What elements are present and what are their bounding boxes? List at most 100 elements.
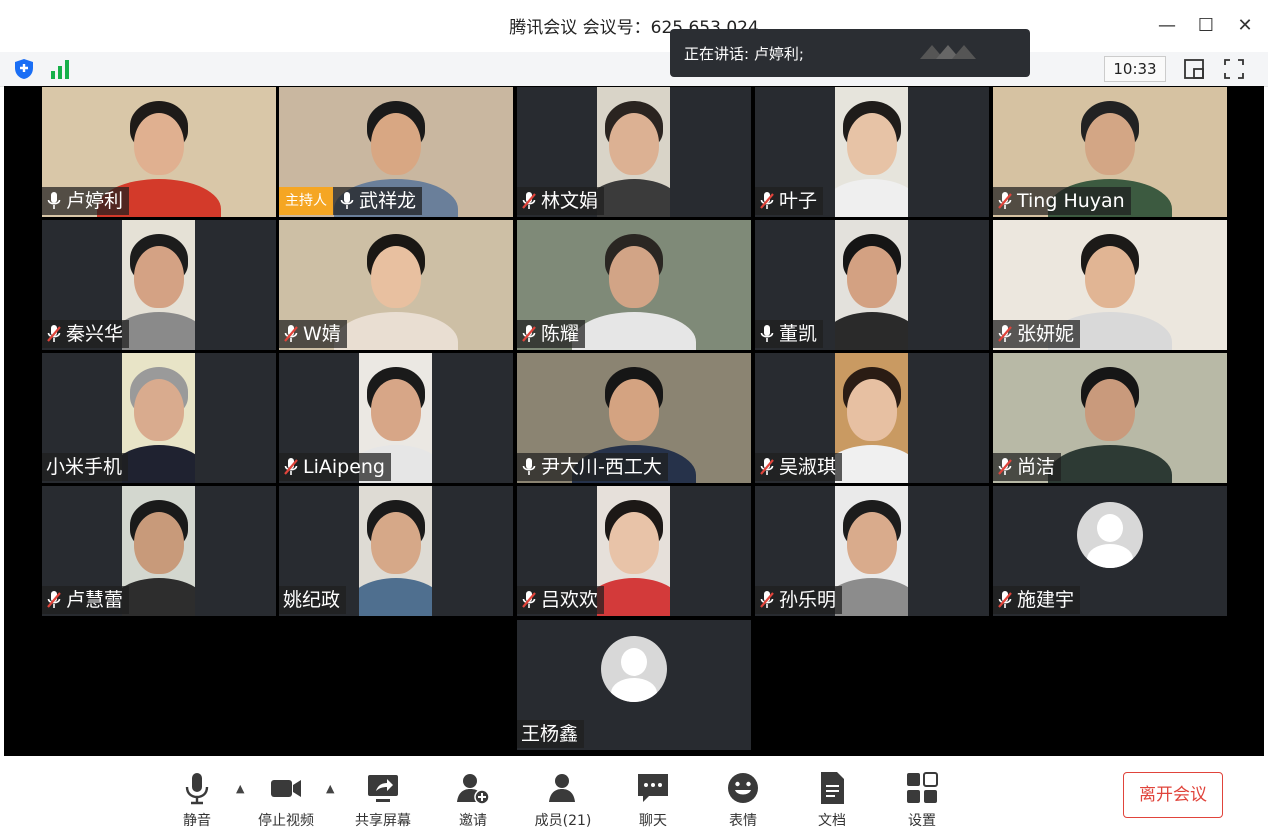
participant-name-label: LiAipeng (279, 453, 391, 481)
participant-name-label: 陈耀 (517, 320, 586, 348)
participant-name-label: 主持人 武祥龙 (279, 187, 423, 215)
default-avatar-icon (1077, 502, 1143, 568)
settings-grid-icon (907, 772, 938, 803)
share-screen-label: 共享屏幕 (355, 813, 411, 829)
participant-name-label: 吕欢欢 (517, 586, 605, 614)
participant-tile[interactable]: 尚洁 (993, 353, 1227, 483)
participant-name: 武祥龙 (359, 190, 417, 212)
add-user-icon (457, 774, 490, 805)
meeting-time: 10:33 (1104, 56, 1166, 82)
participant-name-label: 姚纪政 (279, 586, 347, 614)
members-button[interactable]: 成员(21) (528, 770, 598, 830)
participant-name: 董凯 (779, 323, 818, 345)
participant-tile[interactable]: W婧 (279, 220, 513, 350)
microphone-muted-icon (998, 458, 1012, 475)
microphone-on-icon (340, 192, 354, 209)
participant-name: 林文娟 (541, 190, 599, 212)
participant-tile[interactable]: 尹大川-西工大 (517, 353, 751, 483)
maximize-button[interactable]: ☐ (1194, 14, 1218, 38)
participant-tile[interactable]: 姚纪政 (279, 486, 513, 616)
participant-video (835, 353, 908, 483)
microphone-on-icon (760, 325, 774, 342)
minimize-button[interactable]: — (1155, 14, 1179, 38)
participant-name: 姚纪政 (283, 589, 341, 611)
participant-video (122, 486, 195, 616)
close-button[interactable]: ✕ (1233, 14, 1257, 38)
microphone-muted-icon (522, 325, 536, 342)
reactions-button[interactable]: 表情 (708, 770, 778, 830)
chat-button[interactable]: 聊天 (618, 770, 688, 830)
participant-name: 吴淑琪 (779, 456, 837, 478)
participant-name: 陈耀 (541, 323, 580, 345)
participant-name-label: 董凯 (755, 320, 824, 348)
participant-name-label: 小米手机 (42, 453, 129, 481)
participant-tile[interactable]: 陈耀 (517, 220, 751, 350)
microphone-muted-icon (284, 325, 298, 342)
participant-name-label: 卢婷利 (42, 187, 130, 215)
participant-tile[interactable]: 吕欢欢 (517, 486, 751, 616)
participant-tile[interactable]: 叶子 (755, 87, 989, 217)
participant-name-label: 秦兴华 (42, 320, 130, 348)
smiley-face-icon (728, 773, 758, 803)
invite-button[interactable]: 邀请 (438, 770, 508, 830)
participant-tile[interactable]: 孙乐明 (755, 486, 989, 616)
documents-button[interactable]: 文档 (797, 770, 867, 830)
video-grid: 卢婷利 主持人 武祥龙 林文娟 叶子 Ting Huyan 秦兴华 W婧 陈耀 董凯 张妍妮小米手机… (4, 86, 1264, 756)
microphone-muted-icon (998, 192, 1012, 209)
microphone-muted-icon (760, 458, 774, 475)
participant-name-label: 张妍妮 (993, 320, 1081, 348)
window-title: 腾讯会议 会议号：625 653 024 (509, 18, 759, 38)
invite-label: 邀请 (459, 813, 487, 829)
participant-tile[interactable]: 施建宇 (993, 486, 1227, 616)
stop-video-label: 停止视频 (258, 813, 314, 829)
microphone-muted-icon (47, 325, 61, 342)
participant-name: 王杨鑫 (521, 723, 579, 745)
host-badge: 主持人 (279, 187, 333, 215)
leave-meeting-button[interactable]: 离开会议 (1123, 772, 1223, 818)
participant-tile[interactable]: 张妍妮 (993, 220, 1227, 350)
speaker-logo-icon (920, 45, 976, 59)
title-bar: 腾讯会议 会议号：625 653 024 — ☐ ✕ (0, 0, 1268, 52)
participant-name: Ting Huyan (1017, 190, 1125, 212)
participant-video (122, 220, 195, 350)
participant-name-label: W婧 (279, 320, 347, 348)
active-speaker-banner: 正在讲话: 卢婷利; (670, 29, 1030, 77)
participant-name: 吕欢欢 (541, 589, 599, 611)
layout-toggle-icon[interactable] (1182, 57, 1206, 81)
fullscreen-icon[interactable] (1222, 57, 1246, 81)
participant-tile[interactable]: 吴淑琪 (755, 353, 989, 483)
share-screen-button[interactable]: 共享屏幕 (348, 770, 418, 830)
security-shield-icon[interactable] (12, 57, 36, 81)
audio-options-caret-icon[interactable]: ▲ (236, 782, 244, 795)
participant-tile[interactable]: 卢婷利 (42, 87, 276, 217)
mute-button[interactable]: 静音 (162, 770, 232, 830)
settings-label: 设置 (908, 813, 936, 829)
participant-tile[interactable]: 王杨鑫 (517, 620, 751, 750)
stop-video-button[interactable]: 停止视频 (251, 770, 321, 830)
chat-label: 聊天 (639, 813, 667, 829)
video-options-caret-icon[interactable]: ▲ (326, 782, 334, 795)
participant-tile[interactable]: 主持人 武祥龙 (279, 87, 513, 217)
participant-tile[interactable]: 董凯 (755, 220, 989, 350)
participant-name: 秦兴华 (66, 323, 124, 345)
participant-name-label: 叶子 (755, 187, 824, 215)
participant-name: 尚洁 (1017, 456, 1056, 478)
participant-tile[interactable]: 林文娟 (517, 87, 751, 217)
participant-tile[interactable]: 卢慧蕾 (42, 486, 276, 616)
members-icon (549, 774, 575, 802)
participant-tile[interactable]: Ting Huyan (993, 87, 1227, 217)
participant-name: 张妍妮 (1017, 323, 1075, 345)
participant-video (597, 486, 670, 616)
participant-tile[interactable]: 小米手机 (42, 353, 276, 483)
reactions-label: 表情 (729, 813, 757, 829)
microphone-muted-icon (998, 591, 1012, 608)
settings-button[interactable]: 设置 (887, 770, 957, 830)
participant-tile[interactable]: 秦兴华 (42, 220, 276, 350)
microphone-muted-icon (998, 325, 1012, 342)
participant-video (835, 220, 908, 350)
participant-video (359, 486, 432, 616)
participant-tile[interactable]: LiAipeng (279, 353, 513, 483)
signal-strength-icon[interactable] (48, 57, 72, 81)
participant-name-label: 卢慧蕾 (42, 586, 130, 614)
chat-bubble-icon (638, 774, 668, 802)
